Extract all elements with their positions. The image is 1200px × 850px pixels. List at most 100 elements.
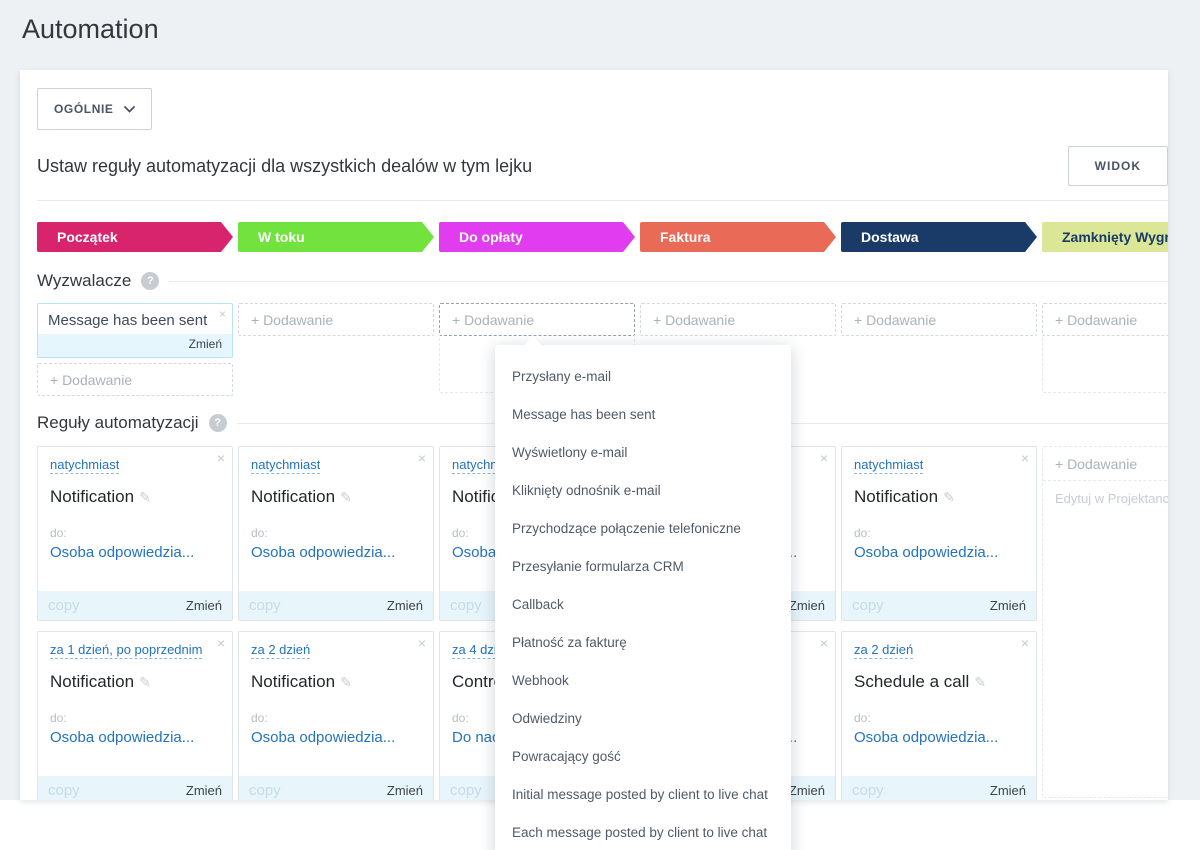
chevron-down-icon (124, 106, 135, 113)
add-trigger-button-active[interactable]: + Dodawanie (439, 303, 635, 336)
copy-button[interactable]: copy (249, 597, 281, 614)
copy-button[interactable]: copy (48, 782, 80, 799)
rules-column: × natychmiast Notification✎ do: Osoba od… (238, 446, 434, 800)
add-trigger-button[interactable]: + Dodawanie (37, 363, 233, 396)
close-icon[interactable]: × (219, 307, 226, 321)
copy-button[interactable]: copy (450, 597, 482, 614)
rule-card: × za 2 dzień Schedule a call✎ do: Osoba … (841, 631, 1037, 800)
stage-label: Dostawa (841, 222, 1037, 252)
rule-card: × natychmiast Notification✎ do: Osoba od… (841, 446, 1037, 621)
edit-pencil-icon[interactable]: ✎ (974, 674, 986, 690)
rule-card: × za 2 dzień Notification✎ do: Osoba odp… (238, 631, 434, 800)
timing-link[interactable]: za 2 dzień (251, 642, 310, 659)
stage-arrow[interactable]: Dostawa (841, 222, 1037, 252)
close-icon[interactable]: × (1021, 450, 1029, 466)
copy-button[interactable]: copy (249, 782, 281, 799)
widok-button[interactable]: WIDOK (1068, 146, 1168, 186)
close-icon[interactable]: × (217, 450, 225, 466)
trigger-menu-item[interactable]: Initial message posted by client to live… (495, 776, 791, 814)
add-trigger-button[interactable]: + Dodawanie (238, 303, 434, 336)
rule-card: × natychmiast Notification✎ do: Osoba od… (238, 446, 434, 621)
change-trigger-button[interactable]: Zmień (189, 337, 222, 351)
stage-label: Początek (37, 222, 233, 252)
trigger-column-2: + Dodawanie (238, 303, 434, 336)
stage-arrow[interactable]: Faktura (640, 222, 836, 252)
help-icon[interactable]: ? (141, 272, 159, 290)
trigger-menu-item[interactable]: Przysłany e-mail (495, 358, 791, 396)
close-icon[interactable]: × (820, 635, 828, 651)
copy-button[interactable]: copy (48, 597, 80, 614)
close-icon[interactable]: × (1021, 635, 1029, 651)
designer-note[interactable]: Edytuj w Projektancie w (1043, 481, 1168, 506)
rule-title: Notification (50, 672, 134, 691)
timing-link[interactable]: za 2 dzień (854, 642, 913, 659)
change-rule-button[interactable]: Zmień (387, 783, 423, 798)
stage-arrow[interactable]: Początek (37, 222, 233, 252)
trigger-menu-item[interactable]: Callback (495, 586, 791, 624)
trigger-menu-item[interactable]: Przesyłanie formularza CRM (495, 548, 791, 586)
add-rule-button[interactable]: + Dodawanie (1043, 447, 1168, 481)
copy-button[interactable]: copy (852, 782, 884, 799)
trigger-menu-item[interactable]: Wyświetlony e-mail (495, 434, 791, 472)
rules-section-title: Reguły automatyzacji (37, 413, 199, 433)
trigger-card[interactable]: Message has been sent × Zmień (37, 303, 233, 358)
close-icon[interactable]: × (217, 635, 225, 651)
trigger-menu-item[interactable]: Odwiedziny (495, 700, 791, 738)
edit-pencil-icon[interactable]: ✎ (340, 674, 352, 690)
edit-pencil-icon[interactable]: ✎ (139, 674, 151, 690)
trigger-menu-item[interactable]: Kliknięty odnośnik e-mail (495, 472, 791, 510)
trigger-menu-item[interactable]: Each message posted by client to live ch… (495, 814, 791, 850)
change-rule-button[interactable]: Zmień (186, 783, 222, 798)
to-label: do: (854, 526, 1024, 540)
edit-pencil-icon[interactable]: ✎ (139, 489, 151, 505)
stage-arrow[interactable]: Do opłaty (439, 222, 635, 252)
target-link[interactable]: Osoba odpowiedzia... (251, 544, 421, 561)
target-link[interactable]: Osoba odpowiedzia... (50, 544, 220, 561)
stage-arrow[interactable]: W toku (238, 222, 434, 252)
to-label: do: (50, 526, 220, 540)
add-trigger-button[interactable]: + Dodawanie (1042, 303, 1168, 336)
change-rule-button[interactable]: Zmień (186, 598, 222, 613)
trigger-menu-item[interactable]: Webhook (495, 662, 791, 700)
category-dropdown-button[interactable]: OGÓLNIE (37, 88, 152, 130)
close-icon[interactable]: × (418, 450, 426, 466)
help-icon[interactable]: ? (209, 414, 227, 432)
edit-pencil-icon[interactable]: ✎ (340, 489, 352, 505)
trigger-card-title: Message has been sent (38, 304, 232, 334)
close-icon[interactable]: × (418, 635, 426, 651)
to-label: do: (50, 711, 220, 725)
copy-button[interactable]: copy (450, 782, 482, 799)
timing-link[interactable]: natychmiast (50, 457, 119, 474)
add-trigger-button[interactable]: + Dodawanie (841, 303, 1037, 336)
change-rule-button[interactable]: Zmień (789, 598, 825, 613)
timing-link[interactable]: natychmiast (251, 457, 320, 474)
close-icon[interactable]: × (820, 450, 828, 466)
trigger-menu-item[interactable]: Płatność za fakturę (495, 624, 791, 662)
change-rule-button[interactable]: Zmień (387, 598, 423, 613)
change-rule-button[interactable]: Zmień (990, 783, 1026, 798)
rule-card: × natychmiast Notification ✎ do: Osoba od… (37, 446, 233, 621)
trigger-menu-item[interactable]: Przychodzące połączenie telefoniczne (495, 510, 791, 548)
add-trigger-button[interactable]: + Dodawanie (640, 303, 836, 336)
change-rule-button[interactable]: Zmień (990, 598, 1026, 613)
page-title: Automation (22, 14, 159, 45)
stage-arrow[interactable]: Zamknięty Wygrany (1042, 222, 1168, 252)
header-divider (37, 200, 1168, 201)
target-link[interactable]: Osoba odpowiedzia... (854, 544, 1024, 561)
trigger-menu-item[interactable]: Powracający gość (495, 738, 791, 776)
target-link[interactable]: Osoba odpowiedzia... (251, 729, 421, 746)
edit-pencil-icon[interactable]: ✎ (943, 489, 955, 505)
rule-title: Notification (251, 672, 335, 691)
target-link[interactable]: Osoba odpowiedzia... (50, 729, 220, 746)
target-link[interactable]: Osoba odpowiedzia... (854, 729, 1024, 746)
to-label: do: (854, 711, 1024, 725)
timing-link[interactable]: za 1 dzień, po poprzednim (50, 642, 202, 659)
timing-link[interactable]: natychmiast (854, 457, 923, 474)
rules-column: + Dodawanie Edytuj w Projektancie w (1042, 446, 1168, 798)
rule-title: Notification (50, 487, 134, 506)
add-label: + Dodawanie (854, 312, 936, 328)
change-rule-button[interactable]: Zmień (789, 783, 825, 798)
copy-button[interactable]: copy (852, 597, 884, 614)
section-divider (169, 281, 1168, 282)
trigger-menu-item[interactable]: Message has been sent (495, 396, 791, 434)
